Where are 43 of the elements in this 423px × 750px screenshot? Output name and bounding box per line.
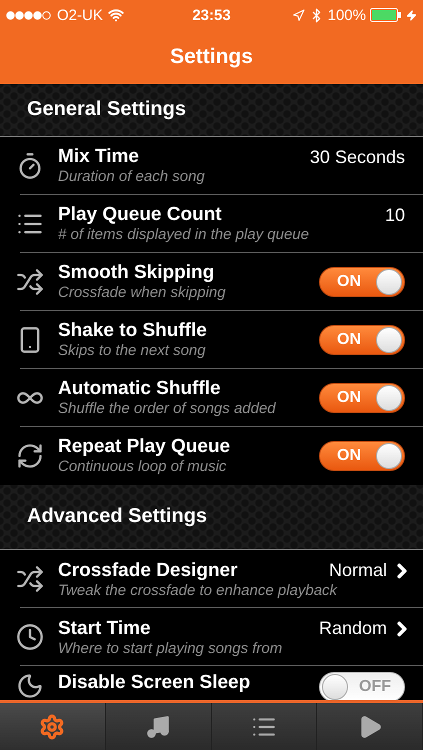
tab[interactable]	[212, 703, 318, 750]
location-icon	[292, 8, 305, 22]
tab[interactable]	[0, 703, 106, 750]
setting-title: Disable Screen Sleep	[58, 672, 250, 694]
setting-title: Start Time	[58, 618, 151, 640]
setting-title: Shake to Shuffle	[58, 320, 207, 342]
section-title: Advanced Settings	[27, 505, 208, 528]
battery-icon	[370, 8, 402, 22]
setting-value: Normal	[328, 560, 387, 581]
setting-title: Automatic Shuffle	[58, 378, 221, 400]
setting-title: Play Queue Count	[58, 204, 222, 226]
setting-value: Random	[318, 618, 387, 639]
tab[interactable]	[106, 703, 212, 750]
wifi-icon	[108, 7, 124, 23]
screen-title: Settings	[170, 45, 253, 69]
battery-percent: 100%	[328, 6, 366, 24]
setting-title: Repeat Play Queue	[58, 436, 230, 458]
setting-description: Shuffle the order of songs added	[58, 400, 277, 418]
signal-icon	[6, 10, 52, 20]
setting-description: Continuous loop of music	[58, 458, 228, 476]
toggle-switch[interactable]: ON	[319, 324, 405, 355]
clock-time: 23:53	[192, 6, 231, 24]
setting-title: Mix Time	[58, 146, 139, 168]
setting-description: Skips to the next song	[58, 342, 207, 360]
setting-value: 30 Seconds	[310, 146, 405, 168]
toggle-switch[interactable]: ON	[319, 266, 405, 297]
toggle-switch[interactable]: OFF	[319, 672, 405, 700]
settings-icon	[39, 714, 66, 740]
setting-description: Tweak the crossfade to enhance playback	[58, 582, 338, 598]
setting-description: Where to start playing songs from	[58, 640, 284, 656]
carrier-name: O2-UK	[57, 6, 103, 24]
setting-description: Duration of each song	[58, 168, 206, 186]
charging-icon	[406, 10, 417, 20]
setting-title: Smooth Skipping	[58, 262, 214, 284]
setting-value: 10	[384, 204, 405, 226]
tab[interactable]	[317, 703, 423, 750]
setting-description: Crossfade when skipping	[58, 284, 227, 302]
setting-title: Crossfade Designer	[58, 560, 238, 582]
section-title: General Settings	[27, 98, 186, 122]
setting-description: # of items displayed in the play queue	[58, 226, 310, 244]
toggle-switch[interactable]: ON	[319, 440, 405, 471]
music-note-icon	[145, 714, 172, 740]
toggle-switch[interactable]: ON	[319, 382, 405, 413]
